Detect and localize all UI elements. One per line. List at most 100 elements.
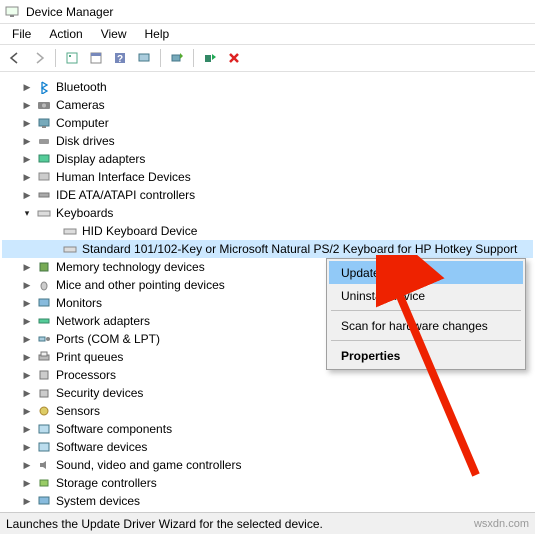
network-icon: [36, 313, 52, 329]
enable-device-button[interactable]: [199, 47, 221, 69]
show-hidden-button[interactable]: [61, 47, 83, 69]
tree-node-sensors[interactable]: ▶ Sensors: [2, 402, 533, 420]
disk-icon: [36, 133, 52, 149]
chevron-right-icon[interactable]: ▶: [20, 440, 34, 454]
chevron-right-icon[interactable]: ▶: [20, 170, 34, 184]
toolbar-separator: [193, 49, 194, 67]
memory-icon: [36, 259, 52, 275]
display-icon: [36, 151, 52, 167]
chevron-right-icon[interactable]: ▶: [20, 476, 34, 490]
tree-node-ide[interactable]: ▶IDE ATA/ATAPI controllers: [2, 186, 533, 204]
tree-label: Sensors: [56, 404, 100, 418]
chevron-right-icon[interactable]: ▶: [20, 386, 34, 400]
scan-button[interactable]: [133, 47, 155, 69]
chevron-right-icon[interactable]: ▶: [20, 188, 34, 202]
tree-label: Keyboards: [56, 206, 113, 220]
hid-icon: [36, 169, 52, 185]
tree-node-system[interactable]: ▶ System devices: [2, 492, 533, 510]
port-icon: [36, 331, 52, 347]
system-icon: [36, 493, 52, 509]
menu-file[interactable]: File: [4, 25, 39, 43]
tree-node-computer[interactable]: ▶ Computer: [2, 114, 533, 132]
chevron-right-icon[interactable]: ▶: [20, 134, 34, 148]
printer-icon: [36, 349, 52, 365]
tree-label: Network adapters: [56, 314, 150, 328]
tree-label: Display adapters: [56, 152, 145, 166]
app-icon: [4, 4, 20, 20]
storage-icon: [36, 475, 52, 491]
window-title: Device Manager: [26, 5, 113, 19]
cpu-icon: [36, 367, 52, 383]
tree-label: System devices: [56, 494, 140, 508]
tree-label: Computer: [56, 116, 109, 130]
software-icon: [36, 421, 52, 437]
software-icon: [36, 439, 52, 455]
tree-label: Sound, video and game controllers: [56, 458, 241, 472]
status-text: Launches the Update Driver Wizard for th…: [6, 517, 323, 531]
chevron-right-icon[interactable]: ▶: [20, 260, 34, 274]
tree-node-cameras[interactable]: ▶Cameras: [2, 96, 533, 114]
menu-view[interactable]: View: [93, 25, 135, 43]
tree-label: Bluetooth: [56, 80, 107, 94]
ctx-update-driver[interactable]: Update driver: [329, 261, 523, 284]
tree-node-disk-drives[interactable]: ▶ Disk drives: [2, 132, 533, 150]
chevron-right-icon[interactable]: ▶: [20, 278, 34, 292]
tree-node-sound[interactable]: ▶ Sound, video and game controllers: [2, 456, 533, 474]
tree-label: Processors: [56, 368, 116, 382]
menu-action[interactable]: Action: [41, 25, 90, 43]
menu-help[interactable]: Help: [137, 25, 178, 43]
toolbar-separator: [55, 49, 56, 67]
chevron-right-icon[interactable]: ▶: [20, 404, 34, 418]
camera-icon: [36, 97, 52, 113]
sound-icon: [36, 457, 52, 473]
update-driver-button[interactable]: [166, 47, 188, 69]
chevron-right-icon[interactable]: ▶: [20, 422, 34, 436]
chevron-right-icon[interactable]: ▶: [20, 458, 34, 472]
tree-node-hid[interactable]: ▶ Human Interface Devices: [2, 168, 533, 186]
ctx-separator: [331, 340, 521, 341]
tree-node-software-devices[interactable]: ▶ Software devices: [2, 438, 533, 456]
tree-node-keyboards[interactable]: ▾ Keyboards: [2, 204, 533, 222]
tree-label: Security devices: [56, 386, 143, 400]
tree-label: Print queues: [56, 350, 123, 364]
chevron-down-icon[interactable]: ▾: [20, 206, 34, 220]
ctx-properties[interactable]: Properties: [329, 344, 523, 367]
chevron-right-icon[interactable]: ▶: [20, 296, 34, 310]
forward-button[interactable]: [28, 47, 50, 69]
menu-bar: File Action View Help: [0, 24, 535, 44]
tree-node-bluetooth[interactable]: ▶ Bluetooth: [2, 78, 533, 96]
chevron-right-icon[interactable]: ▶: [20, 494, 34, 508]
tree-node-hid-keyboard[interactable]: HID Keyboard Device: [2, 222, 533, 240]
toolbar-separator: [160, 49, 161, 67]
help-button[interactable]: ?: [109, 47, 131, 69]
uninstall-button[interactable]: [223, 47, 245, 69]
ctx-scan[interactable]: Scan for hardware changes: [329, 314, 523, 337]
chevron-right-icon[interactable]: ▶: [20, 332, 34, 346]
ctx-uninstall[interactable]: Uninstall device: [329, 284, 523, 307]
mouse-icon: [36, 277, 52, 293]
chevron-right-icon[interactable]: ▶: [20, 152, 34, 166]
tree-node-display-adapters[interactable]: ▶ Display adapters: [2, 150, 533, 168]
bluetooth-icon: [36, 79, 52, 95]
tree-label: Disk drives: [56, 134, 115, 148]
tree-label: Mice and other pointing devices: [56, 278, 225, 292]
chevron-right-icon[interactable]: ▶: [20, 350, 34, 364]
keyboard-icon: [36, 205, 52, 221]
tree-label: Monitors: [56, 296, 102, 310]
tree-node-software-components[interactable]: ▶ Software components: [2, 420, 533, 438]
tree-label: Software components: [56, 422, 172, 436]
back-button[interactable]: [4, 47, 26, 69]
chevron-right-icon[interactable]: ▶: [20, 98, 34, 112]
properties-button[interactable]: [85, 47, 107, 69]
keyboard-icon: [62, 241, 78, 257]
chevron-right-icon[interactable]: ▶: [20, 80, 34, 94]
chevron-right-icon[interactable]: ▶: [20, 368, 34, 382]
tree-node-standard-keyboard[interactable]: Standard 101/102-Key or Microsoft Natura…: [2, 240, 533, 258]
chevron-right-icon[interactable]: ▶: [20, 314, 34, 328]
tree-node-storage[interactable]: ▶Storage controllers: [2, 474, 533, 492]
tree-label: Human Interface Devices: [56, 170, 191, 184]
chevron-right-icon[interactable]: ▶: [20, 116, 34, 130]
tree-label: Software devices: [56, 440, 147, 454]
title-bar: Device Manager: [0, 0, 535, 24]
tree-node-security[interactable]: ▶ Security devices: [2, 384, 533, 402]
